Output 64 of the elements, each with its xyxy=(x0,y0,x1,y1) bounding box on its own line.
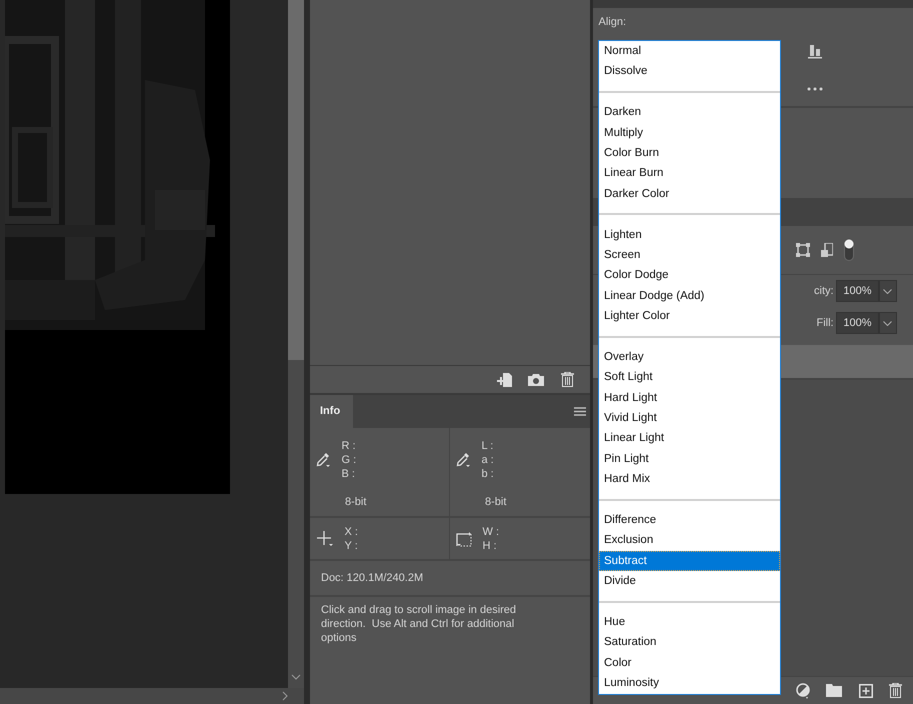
readout-labels: L : a : b : xyxy=(482,439,494,481)
adjustment-layer-icon[interactable] xyxy=(796,682,810,698)
selection-size-icon[interactable] xyxy=(456,530,472,546)
readout-labels: R : G : B : xyxy=(342,439,356,481)
more-icon[interactable] xyxy=(807,87,823,91)
menu-item[interactable]: Linear Burn xyxy=(599,163,780,184)
camera-icon[interactable] xyxy=(528,374,544,386)
chevron-right-icon[interactable] xyxy=(282,691,288,701)
trash-icon[interactable] xyxy=(889,683,902,698)
lock-toggle-icon[interactable] xyxy=(844,239,854,261)
bit-depth-label: 8-bit xyxy=(345,496,366,508)
chevron-down-icon[interactable] xyxy=(291,674,301,680)
menu-item[interactable]: Normal xyxy=(599,41,780,62)
section-label: Align: xyxy=(598,16,626,28)
dropdown-button[interactable] xyxy=(878,312,896,334)
menu-item[interactable]: Pin Light xyxy=(599,448,780,470)
chevron-down-icon[interactable] xyxy=(883,320,892,326)
document-size-label: Doc: 120.1M/240.2M xyxy=(321,570,424,586)
readout-labels: W : H : xyxy=(482,524,499,552)
menu-item[interactable]: Lighter Color xyxy=(599,306,780,326)
chevron-down-icon[interactable] xyxy=(883,288,892,294)
menu-item[interactable]: Subtract xyxy=(599,550,780,572)
menu-item[interactable]: Screen xyxy=(599,244,780,266)
menu-item[interactable]: Luminosity xyxy=(599,673,780,694)
fill-field[interactable]: 100% xyxy=(836,312,878,334)
menu-item[interactable]: Multiply xyxy=(599,122,780,143)
menu-item[interactable]: Linear Dodge (Add) xyxy=(599,286,780,306)
menu-item[interactable]: Hard Light xyxy=(599,388,780,408)
menu-item[interactable]: Divide xyxy=(599,571,780,592)
align-bottom-icon[interactable] xyxy=(808,45,822,59)
menu-item[interactable]: Saturation xyxy=(599,632,780,653)
eyedropper-icon[interactable] xyxy=(316,452,330,468)
crosshair-icon[interactable] xyxy=(316,530,334,546)
opacity-label: city: xyxy=(814,284,834,299)
menu-item[interactable]: Hue xyxy=(599,612,780,632)
readout-labels: X : Y : xyxy=(344,524,358,552)
new-document-icon[interactable] xyxy=(496,372,512,386)
transform-lock-icon[interactable] xyxy=(796,243,810,257)
menu-icon[interactable] xyxy=(574,407,586,416)
trash-icon[interactable] xyxy=(560,372,574,387)
menu-item[interactable]: Exclusion xyxy=(599,530,780,551)
folder-icon[interactable] xyxy=(826,684,842,697)
eyedropper-icon[interactable] xyxy=(456,452,470,468)
menu-item[interactable]: Color xyxy=(599,652,780,674)
new-layer-icon[interactable] xyxy=(858,684,872,698)
dropdown-button[interactable] xyxy=(878,280,896,302)
menu-item[interactable]: Soft Light xyxy=(599,367,780,388)
menu-item[interactable]: Hard Mix xyxy=(599,469,780,490)
panel-tab[interactable]: Info xyxy=(310,395,353,428)
menu-item[interactable]: Overlay xyxy=(599,346,780,368)
fill-label: Fill: xyxy=(816,316,834,331)
menu-item[interactable]: Color Burn xyxy=(599,142,780,164)
opacity-field[interactable]: 100% xyxy=(836,280,878,302)
menu-item[interactable]: Darker Color xyxy=(599,184,780,204)
menu-item[interactable]: Linear Light xyxy=(599,428,780,449)
menu-item[interactable]: Color Dodge xyxy=(599,265,780,286)
menu-item[interactable]: Dissolve xyxy=(599,61,780,82)
hint-text: Click and drag to scroll image in desired direction. Use Alt and Ctrl for additional options xyxy=(321,602,518,644)
bit-depth-label: 8-bit xyxy=(485,496,506,508)
menu-item[interactable]: Lighten xyxy=(599,224,780,245)
menu-item[interactable]: Darken xyxy=(599,102,780,123)
menu-item[interactable]: Difference xyxy=(599,510,780,530)
menu-item[interactable]: Vivid Light xyxy=(599,408,780,428)
scrollbar-thumb[interactable] xyxy=(288,0,304,360)
